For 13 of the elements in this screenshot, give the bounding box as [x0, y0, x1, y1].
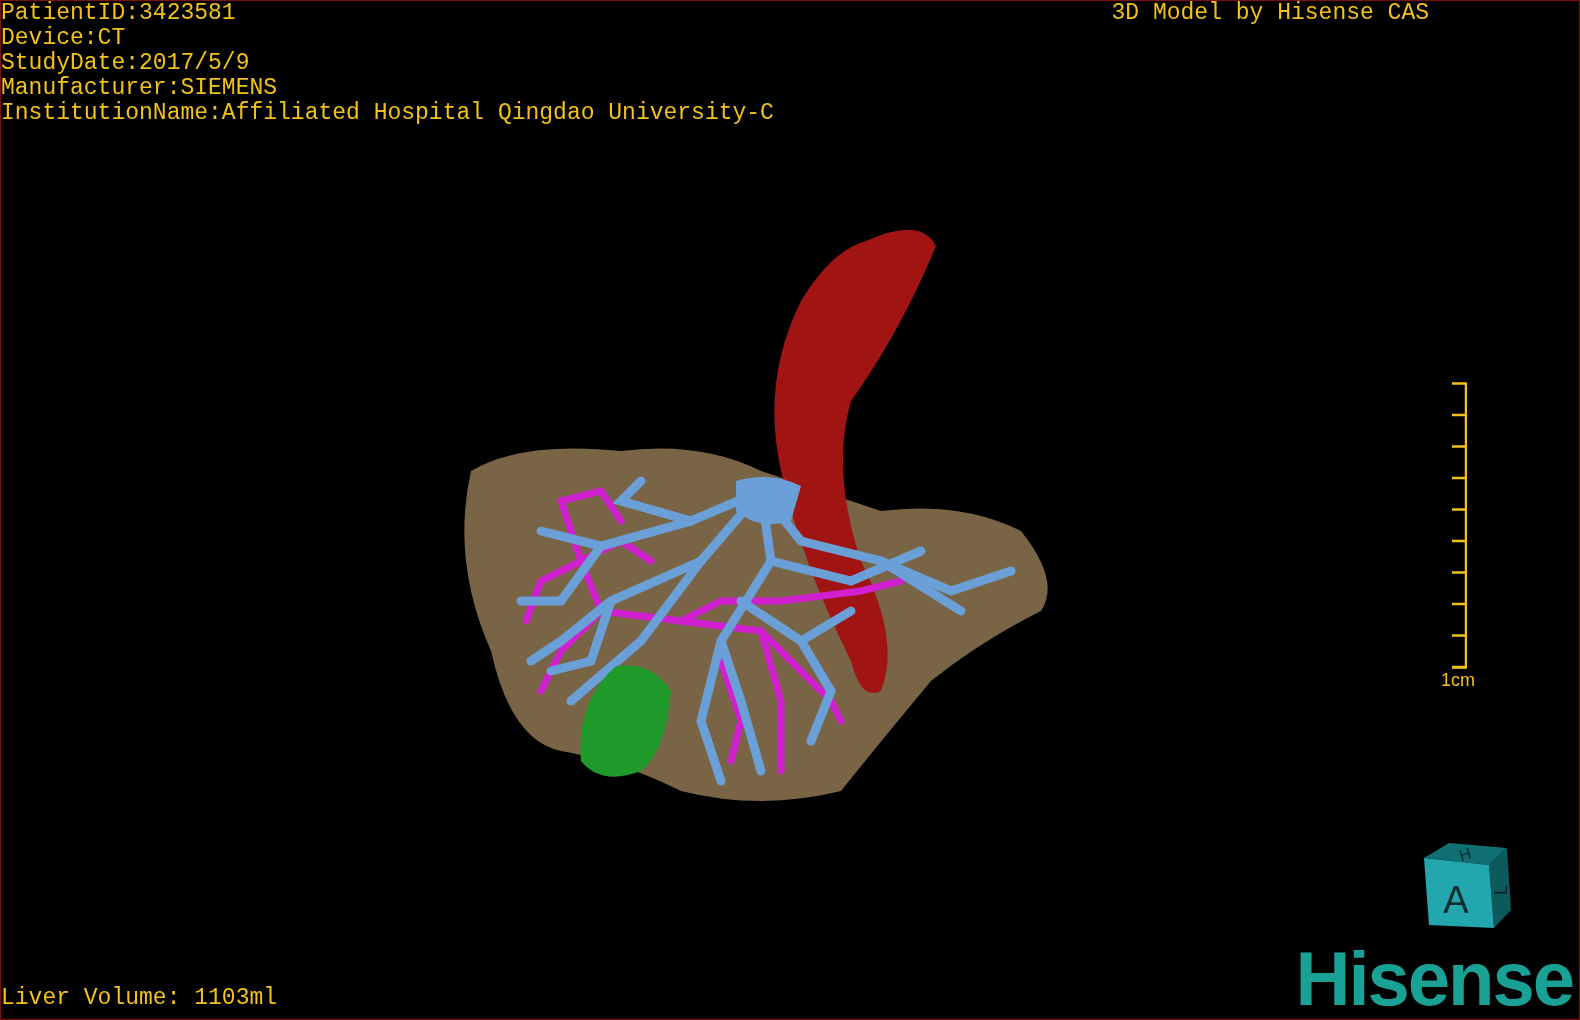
patient-info-text: Manufacturer:SIEMENS	[1, 76, 279, 101]
cube-front-label: A	[1443, 879, 1469, 921]
cube-side-label: L	[1491, 885, 1511, 895]
scale-bar-label: 1cm	[1441, 670, 1475, 690]
patient-info-text: PatientID:3423581	[1, 1, 237, 26]
hisense-logo: Hisense	[1295, 939, 1573, 1019]
liver-volume-text: Liver Volume: 1103ml	[1, 986, 278, 1011]
patient-info-text: Device:CT	[1, 26, 127, 51]
header-text: 3D Model by Hisense CAS	[1111, 1, 1429, 26]
scale-bar-icon	[1451, 381, 1467, 670]
cube-top-label: H	[1457, 844, 1473, 865]
patient-info-text: InstitutionName:Affiliated Hospital Qingdao University-C	[1, 101, 774, 126]
patient-info-text: StudyDate:2017/5/9	[1, 51, 251, 76]
